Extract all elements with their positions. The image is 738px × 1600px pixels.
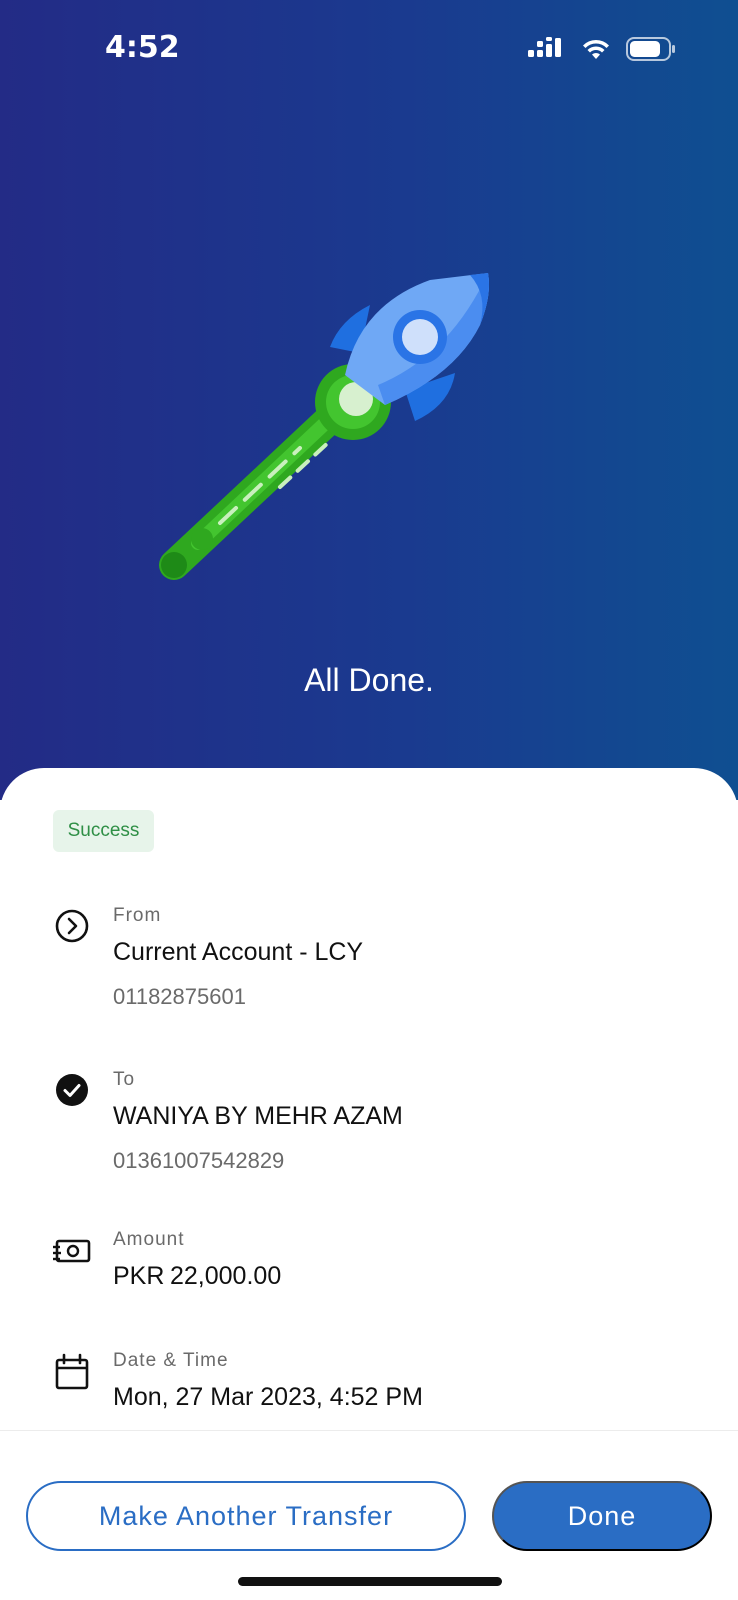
check-circle-icon [56,1074,88,1106]
status-badge: Success [53,810,154,852]
datetime-value-clip: Mon, 27 Mar 2023, 4:52 PM [0,1380,738,1430]
to-label: To [113,1069,136,1090]
to-beneficiary-name: WANIYA BY MEHR AZAM [113,1102,403,1130]
to-account-number: 01361007542829 [113,1148,285,1173]
success-title: All Done. [304,662,434,698]
status-icons [528,36,676,62]
cash-icon [53,1239,91,1263]
datetime-value: Mon, 27 Mar 2023, 4:52 PM [113,1383,423,1411]
home-indicator [238,1577,502,1586]
battery-icon [626,37,675,61]
arrow-right-circle-icon [55,909,89,943]
status-bar: 4:52 [0,0,738,100]
cellular-signal-icon [528,37,561,57]
status-time: 4:52 [105,30,180,65]
done-button[interactable]: Done [492,1481,712,1551]
make-another-transfer-button[interactable]: Make Another Transfer [26,1481,466,1551]
amount-value: 22,000.00 [170,1262,282,1290]
from-account-number: 01182875601 [113,984,246,1009]
from-label: From [113,905,162,926]
from-account-name: Current Account - LCY [113,938,364,966]
amount-label: Amount [113,1229,185,1250]
datetime-label: Date & Time [113,1350,229,1371]
rocket-icon [159,273,489,580]
amount-currency: PKR [113,1262,165,1290]
wifi-icon [583,39,609,59]
